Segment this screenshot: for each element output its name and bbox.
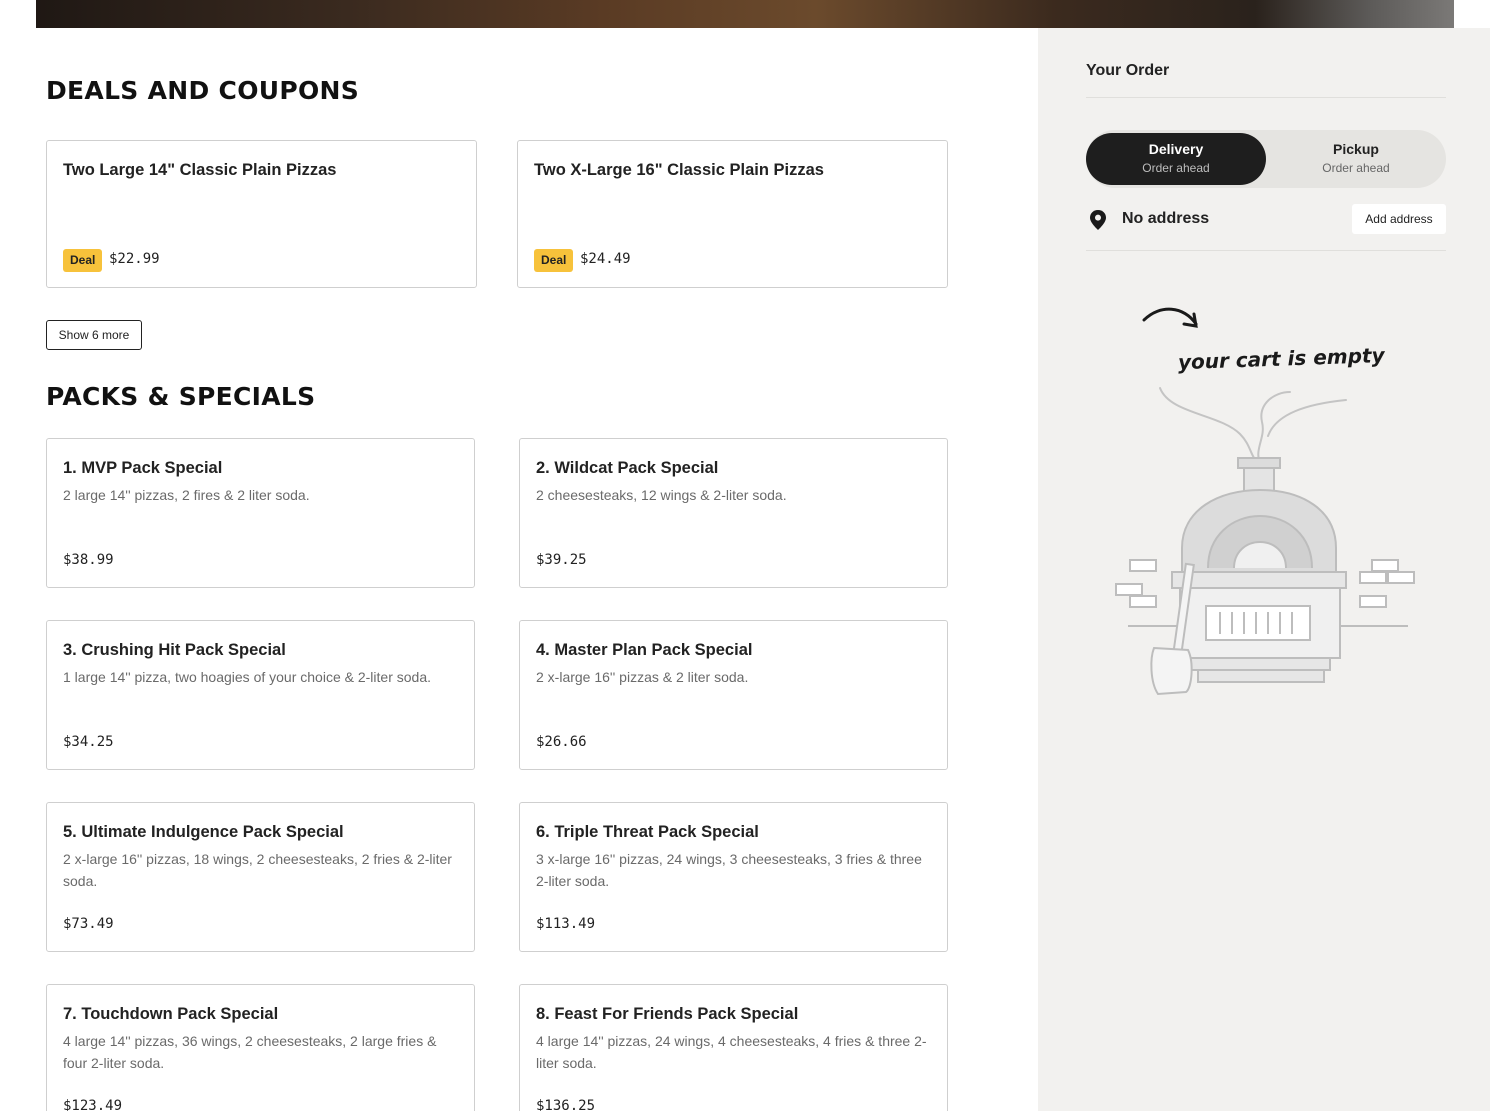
delivery-option[interactable]: Delivery Order ahead xyxy=(1086,133,1266,185)
pickup-label: Pickup xyxy=(1333,141,1379,157)
arrow-icon xyxy=(1142,307,1198,328)
pack-name: 6. Triple Threat Pack Special xyxy=(536,823,759,841)
deal-badge: Deal xyxy=(63,249,103,272)
pack-description: 1 large 14'' pizza, two hoagies of your … xyxy=(63,669,431,685)
pack-description: 3 x-large 16'' pizzas, 24 wings, 3 chees… xyxy=(536,851,922,889)
pack-price: $26.66 xyxy=(536,734,587,750)
pack-price: $113.49 xyxy=(536,916,596,932)
deal-price: $24.49 xyxy=(580,251,631,267)
pack-card[interactable]: 7. Touchdown Pack Special 4 large 14'' p… xyxy=(46,984,475,1111)
pack-card[interactable]: 6. Triple Threat Pack Special 3 x-large … xyxy=(519,802,948,952)
deal-badge: Deal xyxy=(534,249,574,272)
pickup-sub: Order ahead xyxy=(1322,161,1390,175)
pack-name: 5. Ultimate Indulgence Pack Special xyxy=(63,823,344,841)
pack-price: $39.25 xyxy=(536,552,587,568)
pack-card[interactable]: 8. Feast For Friends Pack Special 4 larg… xyxy=(519,984,948,1111)
deal-price: $22.99 xyxy=(109,251,160,267)
menu-content: DEALS AND COUPONS Two Large 14" Classic … xyxy=(0,28,1038,1111)
pickup-option[interactable]: Pickup Order ahead xyxy=(1266,133,1446,185)
pack-description: 4 large 14'' pizzas, 24 wings, 4 cheeses… xyxy=(536,1033,927,1071)
pack-card[interactable]: 1. MVP Pack Special 2 large 14'' pizzas,… xyxy=(46,438,475,588)
pack-name: 3. Crushing Hit Pack Special xyxy=(63,641,286,659)
address-text: No address xyxy=(1122,210,1210,227)
pack-price: $73.49 xyxy=(63,916,114,932)
divider xyxy=(1086,97,1446,98)
deal-name: Two X-Large 16" Classic Plain Pizzas xyxy=(534,161,824,179)
delivery-label: Delivery xyxy=(1148,141,1204,157)
order-sidebar: Your Order Delivery Order ahead Pickup O… xyxy=(1038,28,1490,1111)
pack-name: 8. Feast For Friends Pack Special xyxy=(536,1005,799,1023)
pack-card[interactable]: 5. Ultimate Indulgence Pack Special 2 x-… xyxy=(46,802,475,952)
pack-price: $38.99 xyxy=(63,552,114,568)
oven-drawing xyxy=(1171,457,1347,683)
fulfillment-toggle: Delivery Order ahead Pickup Order ahead xyxy=(1086,130,1446,188)
empty-cart-illustration: your cart is empty xyxy=(1115,307,1415,696)
pack-price: $34.25 xyxy=(63,734,114,750)
order-title: Your Order xyxy=(1086,62,1170,79)
deal-card[interactable]: Two X-Large 16" Classic Plain Pizzas Dea… xyxy=(517,140,948,288)
deals-section-title: DEALS AND COUPONS xyxy=(46,76,360,105)
pack-price: $136.25 xyxy=(536,1098,596,1111)
pack-description: 2 x-large 16'' pizzas & 2 liter soda. xyxy=(536,669,749,685)
pack-card[interactable]: 3. Crushing Hit Pack Special 1 large 14'… xyxy=(46,620,475,770)
packs-section-title: PACKS & SPECIALS xyxy=(46,382,316,411)
pack-name: 7. Touchdown Pack Special xyxy=(63,1005,279,1023)
pack-name: 2. Wildcat Pack Special xyxy=(536,459,719,477)
pack-card[interactable]: 4. Master Plan Pack Special 2 x-large 16… xyxy=(519,620,948,770)
location-pin-icon xyxy=(1090,210,1106,230)
add-address-button[interactable]: Add address xyxy=(1352,204,1446,234)
pack-description: 4 large 14'' pizzas, 36 wings, 2 cheeses… xyxy=(63,1033,437,1071)
pack-description: 2 large 14'' pizzas, 2 fires & 2 liter s… xyxy=(63,487,310,503)
pack-name: 4. Master Plan Pack Special xyxy=(536,641,753,659)
show-more-button[interactable]: Show 6 more xyxy=(46,320,142,350)
pack-name: 1. MVP Pack Special xyxy=(63,459,223,477)
pack-description: 2 cheesesteaks, 12 wings & 2-liter soda. xyxy=(536,487,787,503)
deal-name: Two Large 14" Classic Plain Pizzas xyxy=(63,161,337,179)
hero-image xyxy=(36,0,1454,28)
pack-card[interactable]: 2. Wildcat Pack Special 2 cheesesteaks, … xyxy=(519,438,948,588)
pack-description: 2 x-large 16'' pizzas, 18 wings, 2 chees… xyxy=(63,851,452,889)
divider xyxy=(1086,250,1446,251)
smoke-lines xyxy=(1159,387,1347,465)
empty-cart-text: your cart is empty xyxy=(1178,343,1386,374)
pack-price: $123.49 xyxy=(63,1098,123,1111)
delivery-sub: Order ahead xyxy=(1142,161,1210,175)
deal-card[interactable]: Two Large 14" Classic Plain Pizzas Deal … xyxy=(46,140,477,288)
